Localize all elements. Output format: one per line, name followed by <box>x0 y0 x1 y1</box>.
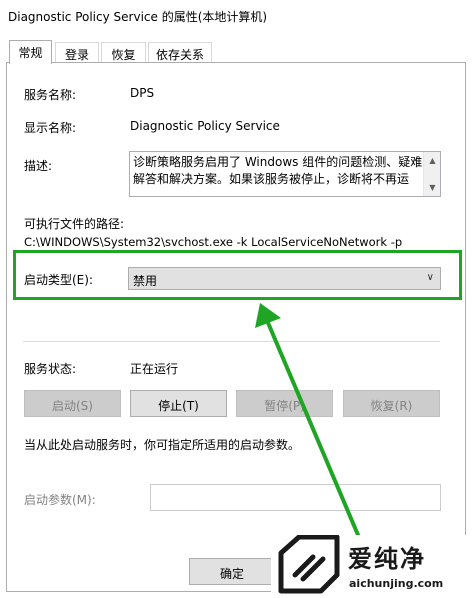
display-name-label: 显示名称: <box>24 121 77 135</box>
scroll-up-icon[interactable]: ▲ <box>424 152 441 169</box>
general-tab-panel <box>6 62 466 592</box>
chevron-down-icon: ∨ <box>426 272 434 283</box>
watermark-logo-icon <box>278 535 340 594</box>
window-title: Diagnostic Policy Service 的属性(本地计算机) <box>8 10 268 24</box>
description-scrollbar[interactable]: ▲ ▼ <box>423 152 440 196</box>
description-textbox[interactable]: 诊断策略服务启用了 Windows 组件的问题检测、疑难解答和解决方案。如果该服… <box>129 151 441 197</box>
window-titlebar: Diagnostic Policy Service 的属性(本地计算机) <box>0 0 472 32</box>
exe-path-value: C:\WINDOWS\System32\svchost.exe -k Local… <box>24 235 403 249</box>
startup-type-label: 启动类型(E): <box>24 273 93 287</box>
display-name-value: Diagnostic Policy Service <box>130 119 280 133</box>
startup-type-value: 禁用 <box>133 274 158 288</box>
separator <box>23 341 440 342</box>
pause-button[interactable]: 暂停(P) <box>236 390 333 417</box>
tab-strip: 常规 登录 恢复 依存关系 <box>0 40 472 64</box>
resume-button[interactable]: 恢复(R) <box>343 390 440 417</box>
start-params-label: 启动参数(M): <box>24 493 96 507</box>
watermark: 爱纯净 aichunjing.com <box>271 535 472 598</box>
ok-button[interactable]: 确定 <box>189 558 275 585</box>
start-params-input[interactable] <box>150 484 441 511</box>
startup-type-select[interactable]: 禁用 ∨ <box>128 267 441 290</box>
start-button[interactable]: 启动(S) <box>24 390 121 417</box>
description-text: 诊断策略服务启用了 Windows 组件的问题检测、疑难解答和解决方案。如果该服… <box>133 155 423 186</box>
watermark-brand: 爱纯净 <box>348 545 426 573</box>
tab-general[interactable]: 常规 <box>9 40 52 64</box>
service-status-value: 正在运行 <box>130 362 179 376</box>
scroll-down-icon[interactable]: ▼ <box>424 179 441 196</box>
service-status-label: 服务状态: <box>24 362 77 376</box>
watermark-url: aichunjing.com <box>349 577 444 590</box>
tab-recovery[interactable]: 恢复 <box>101 42 146 63</box>
tab-logon[interactable]: 登录 <box>55 42 99 63</box>
exe-path-label: 可执行文件的路径: <box>24 217 125 231</box>
tab-dependencies[interactable]: 依存关系 <box>148 42 212 63</box>
service-name-value: DPS <box>130 86 155 100</box>
hint-text: 当从此处启动服务时，你可指定所适用的启动参数。 <box>24 438 301 452</box>
stop-button[interactable]: 停止(T) <box>130 390 227 417</box>
service-name-label: 服务名称: <box>24 88 77 102</box>
description-label: 描述: <box>24 159 53 173</box>
